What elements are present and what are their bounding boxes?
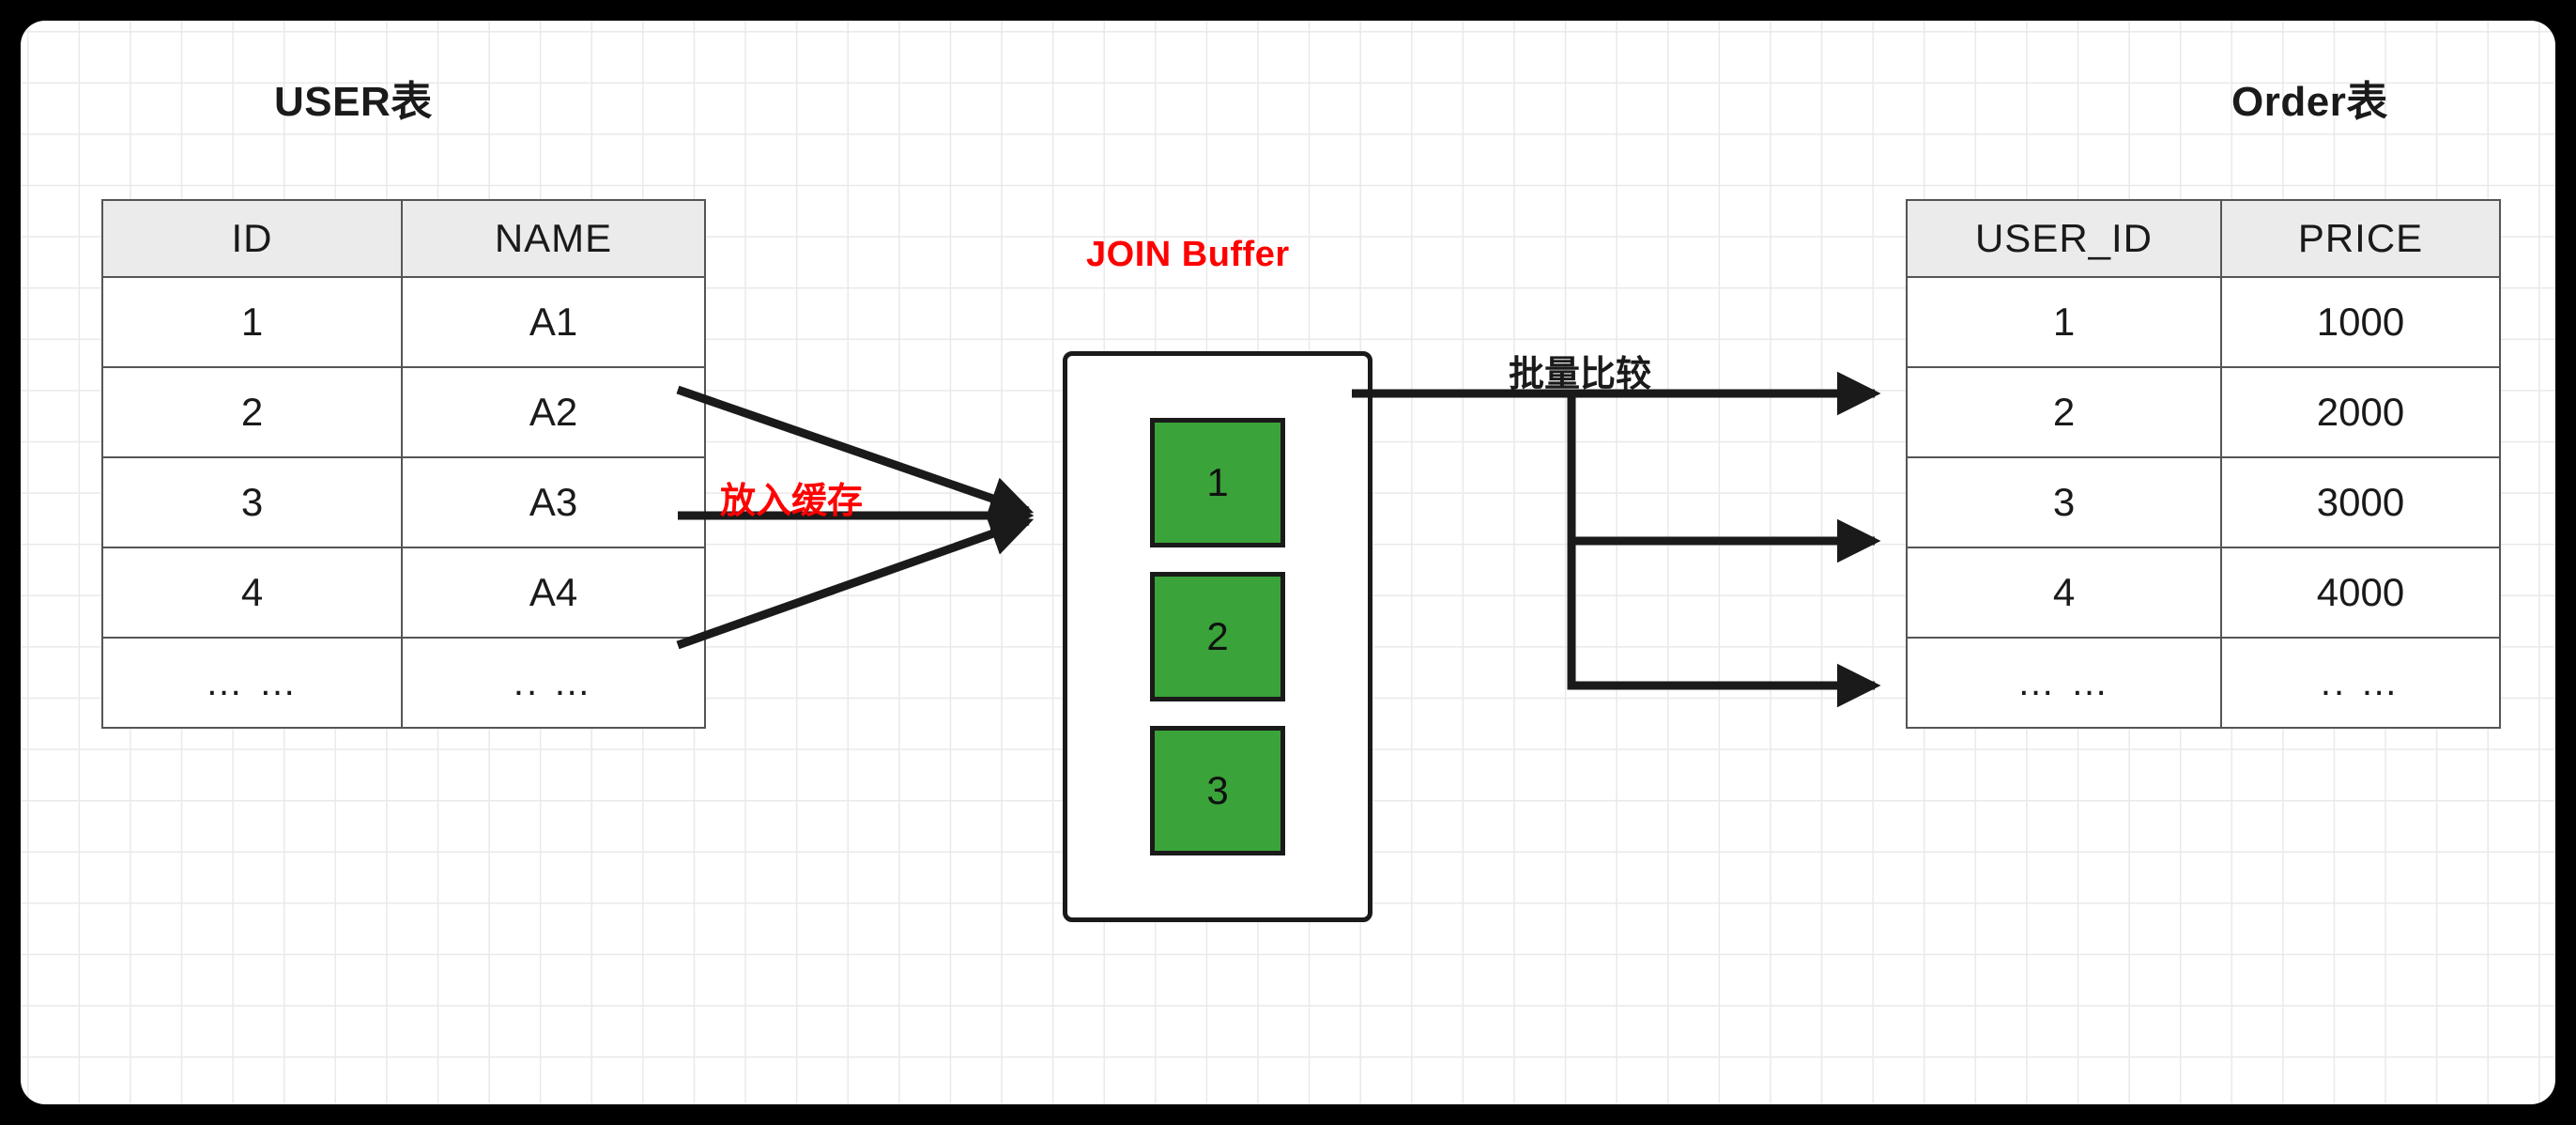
cell-price: 3000 <box>2220 456 2501 548</box>
cell-price: 4000 <box>2220 547 2501 639</box>
diagram-paper: USER表 Order表 JOIN Buffer ID NAME 1 A1 2 … <box>21 21 2555 1104</box>
cell-price: 1000 <box>2220 276 2501 368</box>
table-row: 2 2000 <box>1906 366 2501 458</box>
table-row: 4 4000 <box>1906 547 2501 639</box>
batch-compare-label: 批量比较 <box>1509 355 1652 394</box>
cell-id: 2 <box>101 366 403 458</box>
table-row: 3 A3 <box>101 456 706 548</box>
cell-price-ellipsis: .. … <box>2220 637 2501 729</box>
user-table-title: USER表 <box>274 79 433 125</box>
cell-user-id: 1 <box>1906 276 2222 368</box>
table-row: 1 A1 <box>101 276 706 368</box>
cell-id: 4 <box>101 547 403 639</box>
arrow-buffer-to-order-row3 <box>1567 541 1881 708</box>
cell-name: A1 <box>401 276 706 368</box>
diagram-canvas: USER表 Order表 JOIN Buffer ID NAME 1 A1 2 … <box>0 0 2576 1125</box>
cell-user-id: 3 <box>1906 456 2222 548</box>
table-row: 3 3000 <box>1906 456 2501 548</box>
order-table-title: Order表 <box>2231 79 2388 125</box>
join-buffer-title: JOIN Buffer <box>1086 235 1290 274</box>
cell-id: 1 <box>101 276 403 368</box>
cell-user-id-ellipsis: … … <box>1906 637 2222 729</box>
cell-price: 2000 <box>2220 366 2501 458</box>
table-header-row: ID NAME <box>101 199 706 278</box>
table-row: 2 A2 <box>101 366 706 458</box>
cell-name-ellipsis: .. … <box>401 637 706 729</box>
column-header-name: NAME <box>401 199 706 278</box>
buffer-slot: 1 <box>1150 418 1285 547</box>
cell-name: A2 <box>401 366 706 458</box>
column-header-user-id: USER_ID <box>1906 199 2222 278</box>
cell-user-id: 2 <box>1906 366 2222 458</box>
cell-name: A4 <box>401 547 706 639</box>
arrow-buffer-to-order-row2 <box>1567 396 1881 563</box>
table-row-ellipsis: … … .. … <box>101 637 706 729</box>
cell-user-id: 4 <box>1906 547 2222 639</box>
table-header-row: USER_ID PRICE <box>1906 199 2501 278</box>
table-row-ellipsis: … … .. … <box>1906 637 2501 729</box>
table-row: 1 1000 <box>1906 276 2501 368</box>
cell-id-ellipsis: … … <box>101 637 403 729</box>
arrow-row3-to-buffer <box>676 513 1035 650</box>
column-header-id: ID <box>101 199 403 278</box>
user-table: ID NAME 1 A1 2 A2 3 A3 4 A4 … … .. … <box>101 199 706 729</box>
column-header-price: PRICE <box>2220 199 2501 278</box>
order-table: USER_ID PRICE 1 1000 2 2000 3 3000 4 400… <box>1906 199 2501 729</box>
arrow-buffer-to-order-group <box>1352 371 1881 708</box>
put-into-cache-label: 放入缓存 <box>720 482 864 521</box>
join-buffer-container: 1 2 3 <box>1063 351 1372 922</box>
cell-name: A3 <box>401 456 706 548</box>
cell-id: 3 <box>101 456 403 548</box>
buffer-slot: 2 <box>1150 572 1285 701</box>
table-row: 4 A4 <box>101 547 706 639</box>
buffer-slot: 3 <box>1150 726 1285 855</box>
